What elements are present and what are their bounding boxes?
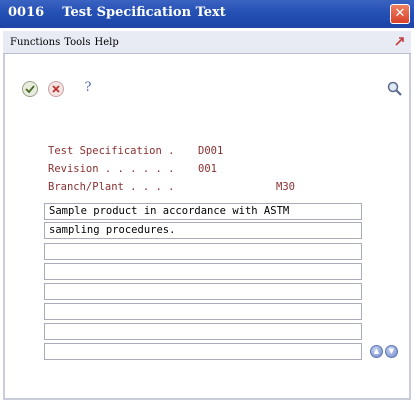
frame-left: [3, 54, 5, 400]
text-line-4[interactable]: [44, 263, 362, 280]
branch-plant-label: Branch/Plant . . . .: [48, 181, 175, 193]
checkmark-icon: [22, 81, 38, 97]
menu-functions[interactable]: Functions: [10, 37, 60, 48]
revision-label: Revision . . . . . .: [48, 163, 175, 175]
frame-bottom: [3, 398, 411, 400]
text-window: 0016 Test Specification Text ✕ Functions…: [0, 0, 414, 403]
question-mark-icon: ?: [84, 80, 92, 95]
frame-right: [409, 54, 411, 400]
page-down-button[interactable]: ▼: [385, 345, 398, 358]
menu-tools[interactable]: Tools: [64, 37, 90, 48]
text-line-3[interactable]: [44, 243, 362, 260]
close-button[interactable]: ✕: [390, 4, 410, 24]
page-up-button[interactable]: ▲: [370, 345, 383, 358]
page-up-icon: ▲: [373, 347, 380, 355]
text-line-6[interactable]: [44, 303, 362, 320]
help-button[interactable]: ?: [79, 79, 97, 97]
menu-bar: Functions Tools Help: [3, 31, 411, 54]
cancel-x-icon: [48, 81, 64, 97]
magnifier-icon: [387, 81, 402, 96]
close-icon: ✕: [394, 6, 406, 21]
title-bar[interactable]: 0016 Test Specification Text ✕: [0, 0, 414, 28]
search-button[interactable]: [386, 80, 404, 98]
menu-help[interactable]: Help: [95, 37, 119, 48]
page-down-icon: ▼: [388, 347, 395, 355]
text-line-7[interactable]: [44, 323, 362, 340]
text-line-1[interactable]: Sample product in accordance with ASTM: [44, 203, 362, 220]
text-line-5[interactable]: [44, 283, 362, 300]
test-spec-value: D001: [198, 145, 224, 157]
revision-value: 001: [198, 163, 217, 175]
exit-arrow-icon[interactable]: [393, 34, 407, 48]
branch-plant-value: M30: [276, 181, 295, 193]
ok-button[interactable]: [21, 80, 39, 98]
cancel-button[interactable]: [47, 80, 65, 98]
window-title: 0016 Test Specification Text: [8, 5, 226, 20]
text-line-2[interactable]: sampling procedures.: [44, 222, 362, 239]
text-line-8[interactable]: [44, 343, 362, 360]
test-spec-label: Test Specification .: [48, 145, 175, 157]
